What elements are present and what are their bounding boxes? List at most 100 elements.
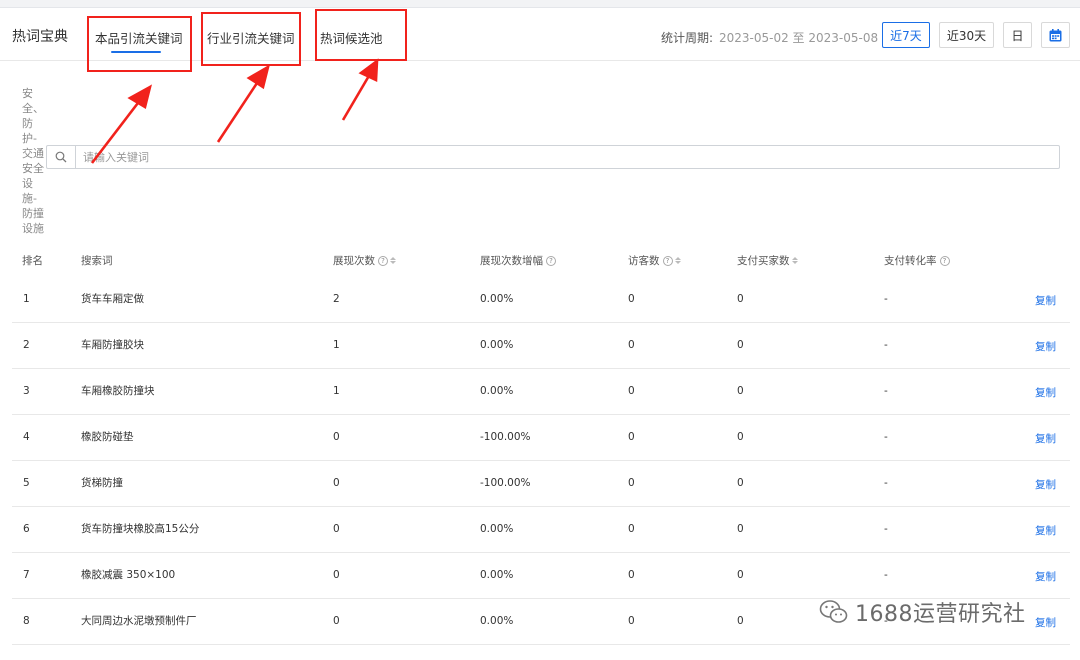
cell-impressions: 1 (333, 385, 340, 397)
cell-keyword: 大同周边水泥墩预制件厂 (81, 615, 197, 627)
cell-impressions-growth: 0.00% (480, 615, 514, 627)
cell-paying-buyers: 0 (737, 477, 744, 489)
search-icon-wrap (47, 146, 76, 168)
cell-keyword: 橡胶减震 350×100 (81, 569, 176, 581)
help-icon[interactable]: ? (662, 255, 673, 266)
sort-icon[interactable] (791, 257, 798, 264)
cell-rank: 5 (23, 477, 30, 489)
column-header-impressions[interactable]: 展现次数? (333, 253, 396, 268)
copy-button[interactable]: 复制 (1035, 385, 1056, 400)
cell-rank: 4 (23, 431, 30, 443)
cell-paying-buyers: 0 (737, 431, 744, 443)
cell-impressions: 1 (333, 339, 340, 351)
help-icon[interactable]: ? (939, 255, 950, 266)
cell-impressions-growth: 0.00% (480, 523, 514, 535)
category-path: 安全、防护-交通安全设施-防撞设施 (22, 87, 44, 235)
wechat-icon (819, 600, 848, 623)
cell-conversion-rate: - (884, 523, 888, 535)
calendar-button[interactable] (1041, 22, 1070, 48)
cell-keyword: 车厢橡胶防撞块 (81, 385, 155, 397)
column-header-conversion-rate: 支付转化率? (884, 253, 950, 268)
help-icon[interactable]: ? (378, 255, 388, 266)
cell-rank: 3 (23, 385, 30, 397)
cell-impressions: 0 (333, 569, 340, 581)
annotation-arrow-3 (341, 73, 372, 121)
cell-impressions: 0 (333, 477, 340, 489)
cell-impressions-growth: -100.00% (480, 477, 531, 489)
cell-impressions-growth: 0.00% (480, 293, 514, 305)
cell-keyword: 车厢防撞胶块 (81, 339, 144, 351)
column-header-rank: 排名 (22, 253, 43, 268)
table-row: 5 货梯防撞 0 -100.00% 0 0 - 复制 (12, 461, 1070, 507)
sort-icon[interactable] (390, 257, 396, 264)
copy-button[interactable]: 复制 (1035, 615, 1056, 630)
period-label: 统计周期: (661, 31, 714, 45)
annotation-box-3 (315, 9, 407, 61)
cell-visitors: 0 (628, 569, 635, 581)
cell-rank: 7 (23, 569, 30, 581)
watermark: 1688运营研究社 (819, 596, 1026, 628)
cell-conversion-rate: - (884, 431, 888, 443)
search-input[interactable] (83, 149, 1043, 165)
copy-button[interactable]: 复制 (1035, 431, 1056, 446)
annotation-arrow-2 (216, 79, 261, 143)
column-header-label: 支付转化率 (884, 255, 937, 267)
sort-icon[interactable] (674, 257, 681, 264)
cell-rank: 6 (23, 523, 30, 535)
copy-button[interactable]: 复制 (1035, 523, 1056, 538)
column-header-impressions-growth: 展现次数增幅? (480, 253, 556, 268)
cell-impressions: 2 (333, 293, 340, 305)
annotation-arrow-3-head (358, 58, 379, 82)
copy-button[interactable]: 复制 (1035, 569, 1056, 584)
cell-visitors: 0 (628, 477, 635, 489)
column-header-label: 排名 (22, 255, 43, 267)
calendar-icon (1049, 28, 1062, 41)
cell-visitors: 0 (628, 339, 635, 351)
cell-keyword: 货车车厢定做 (81, 293, 144, 305)
column-header-paying-buyers[interactable]: 支付买家数 (737, 253, 798, 268)
cell-keyword: 货梯防撞 (81, 477, 123, 489)
help-icon[interactable]: ? (546, 255, 556, 266)
cell-paying-buyers: 0 (737, 615, 744, 627)
cell-visitors: 0 (628, 431, 635, 443)
cell-impressions: 0 (333, 523, 340, 535)
annotation-box-1 (87, 16, 192, 72)
column-header-visitors[interactable]: 访客数? (628, 253, 681, 268)
column-header-label: 搜索词 (81, 255, 113, 267)
last-7-days-button[interactable]: 近7天 (882, 22, 930, 48)
column-header-keyword: 搜索词 (81, 253, 113, 268)
cell-conversion-rate: - (884, 477, 888, 489)
column-header-label: 展现次数 (333, 255, 375, 267)
cell-conversion-rate: - (884, 339, 888, 351)
cell-visitors: 0 (628, 293, 635, 305)
cell-impressions-growth: 0.00% (480, 339, 514, 351)
cell-impressions: 0 (333, 431, 340, 443)
cell-rank: 1 (23, 293, 30, 305)
cell-conversion-rate: - (884, 385, 888, 397)
watermark-text: 1688运营研究社 (855, 602, 1026, 627)
last-30-days-button[interactable]: 近30天 (939, 22, 994, 48)
cell-keyword: 货车防撞块橡胶高15公分 (81, 523, 200, 535)
annotation-arrow-1-head (127, 84, 152, 110)
table-row: 6 货车防撞块橡胶高15公分 0 0.00% 0 0 - 复制 (12, 507, 1070, 553)
cell-paying-buyers: 0 (737, 339, 744, 351)
top-strip (0, 0, 1080, 8)
table-row: 4 橡胶防碰垫 0 -100.00% 0 0 - 复制 (12, 415, 1070, 461)
copy-button[interactable]: 复制 (1035, 339, 1056, 354)
cell-paying-buyers: 0 (737, 569, 744, 581)
column-header-label: 访客数 (628, 255, 660, 267)
brand-title: 热词宝典 (12, 29, 68, 45)
cell-rank: 2 (23, 339, 30, 351)
cell-conversion-rate: - (884, 569, 888, 581)
copy-button[interactable]: 复制 (1035, 293, 1056, 308)
day-button[interactable]: 日 (1003, 22, 1032, 48)
annotation-box-2 (201, 12, 301, 66)
cell-conversion-rate: - (884, 293, 888, 305)
cell-visitors: 0 (628, 385, 635, 397)
cell-impressions-growth: 0.00% (480, 569, 514, 581)
column-header-label: 展现次数增幅 (480, 255, 543, 267)
copy-button[interactable]: 复制 (1035, 477, 1056, 492)
cell-impressions-growth: 0.00% (480, 385, 514, 397)
cell-visitors: 0 (628, 523, 635, 535)
cell-paying-buyers: 0 (737, 293, 744, 305)
